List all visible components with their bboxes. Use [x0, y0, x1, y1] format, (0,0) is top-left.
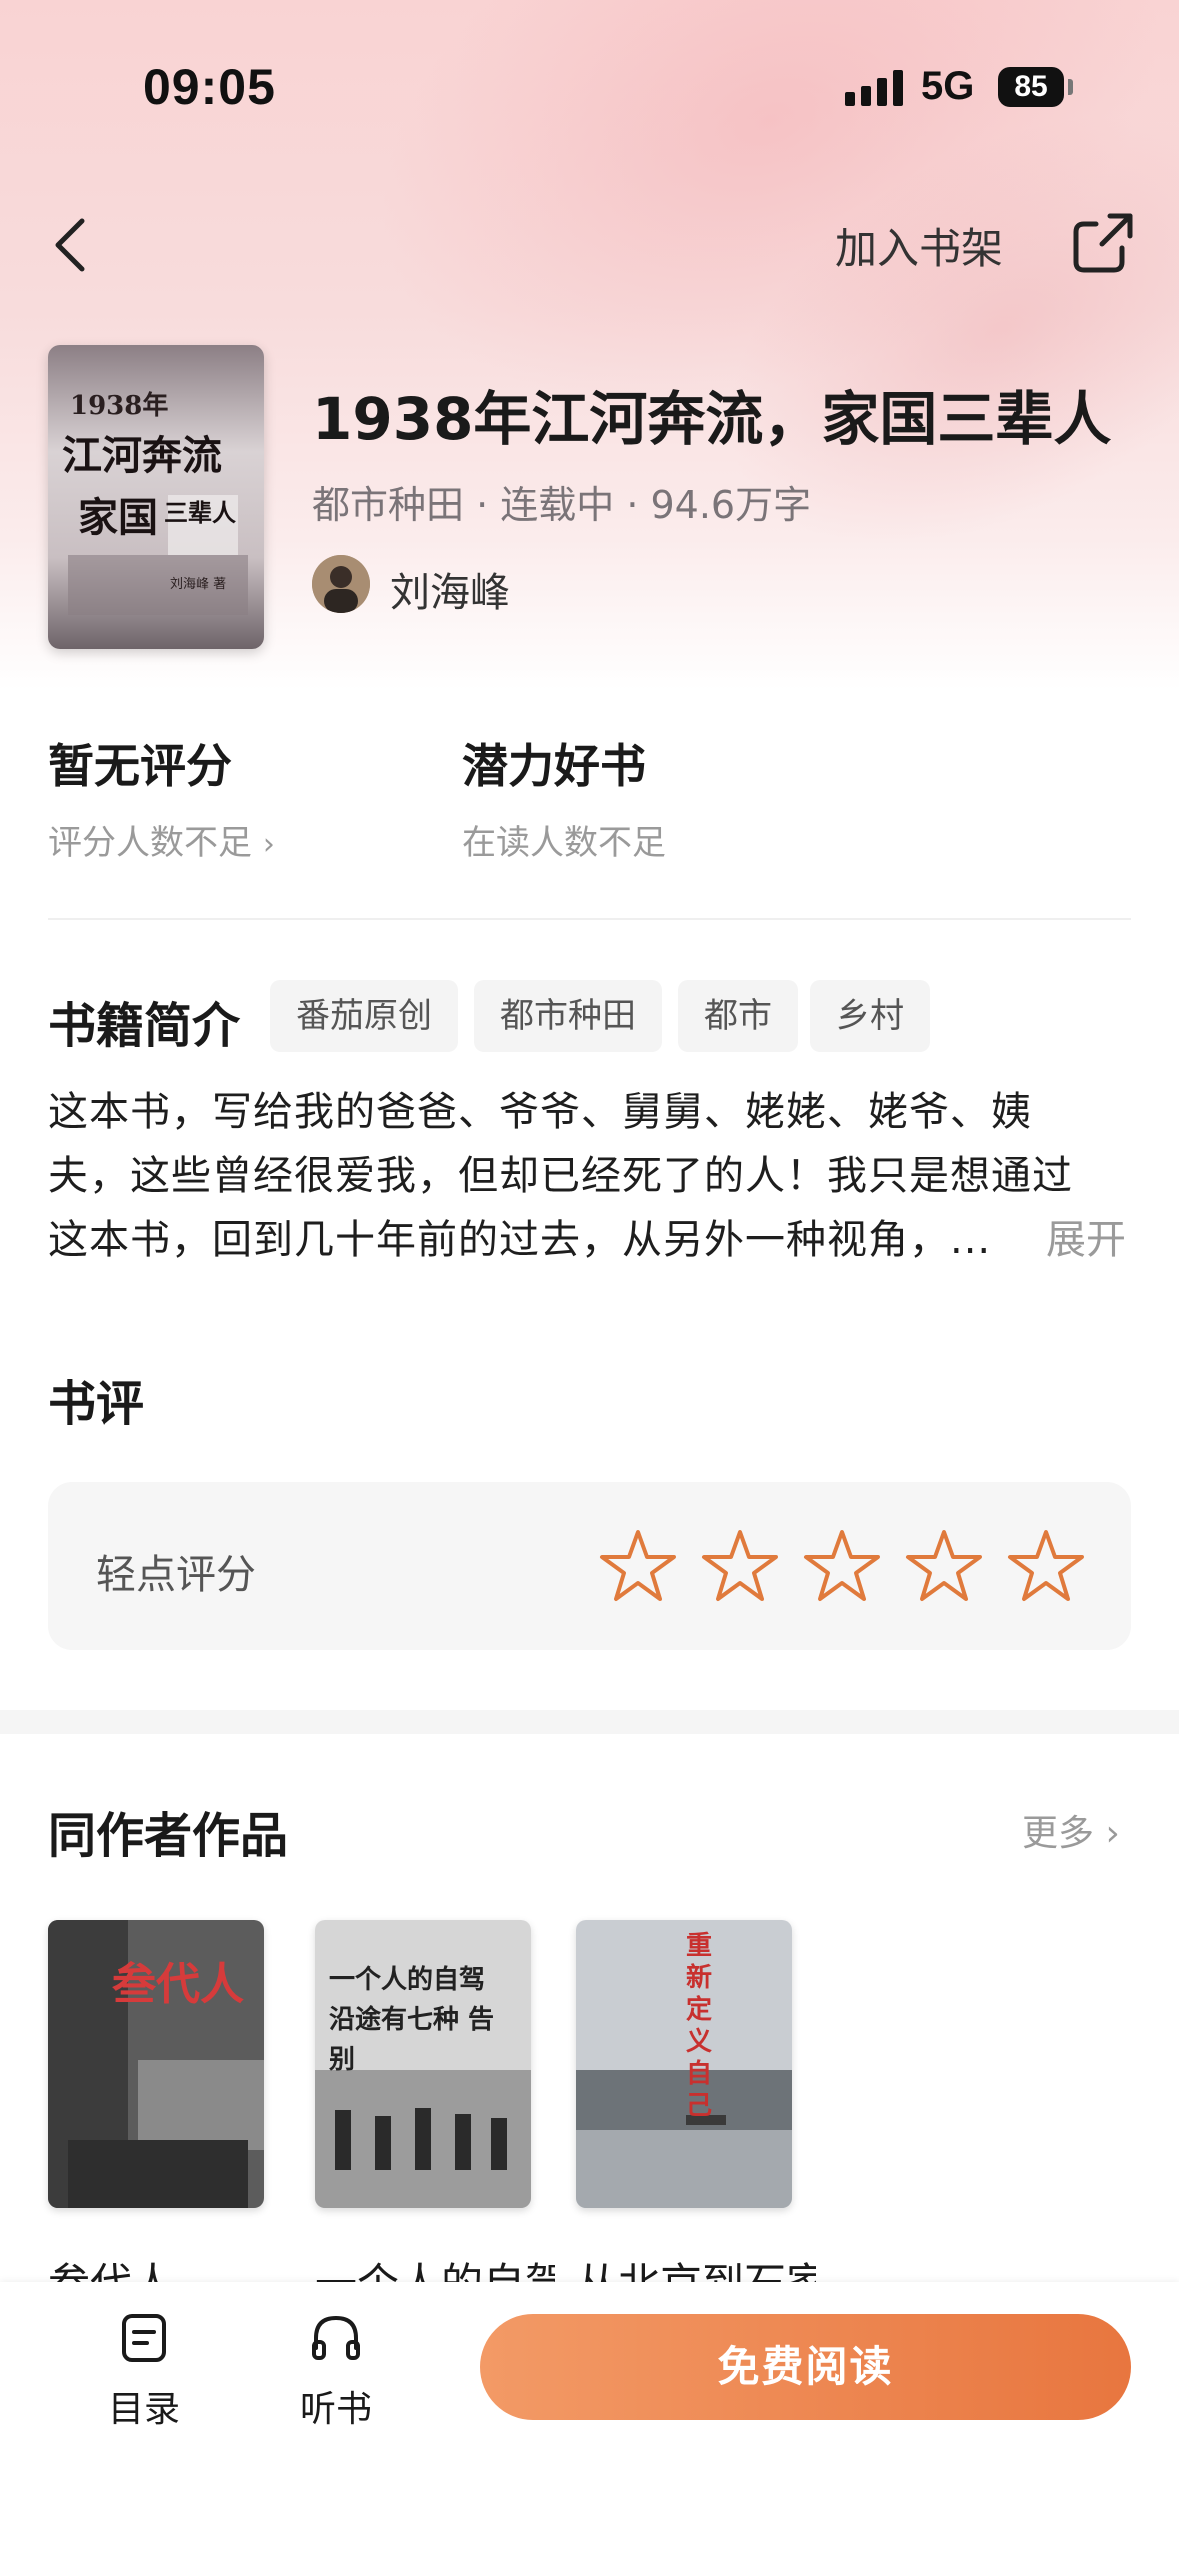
share-icon [1073, 213, 1133, 273]
battery-tip [1068, 79, 1073, 95]
review-box: 轻点评分 [48, 1482, 1131, 1650]
chevron-left-icon [55, 218, 85, 272]
more-link[interactable]: 更多 › [1022, 1804, 1120, 1856]
book-title: 1938年江河奔流，家国三辈人 [312, 385, 1112, 453]
work-cover: 一个人的自驾 沿途有七种 告别 [315, 1920, 531, 2208]
battery-icon: 85 [998, 67, 1064, 107]
status-time: 09:05 [143, 59, 276, 115]
work-cover: 重新定义自己 [576, 1920, 792, 2208]
rating-sub[interactable]: 评分人数不足 › [48, 815, 275, 864]
tag[interactable]: 都市 [678, 980, 798, 1052]
author-name[interactable]: 刘海峰 [390, 560, 510, 618]
badge-title: 潜力好书 [462, 739, 646, 793]
work-cover-text: 叁代人 [112, 1959, 244, 2010]
intro-text[interactable]: 这本书，写给我的爸爸、爷爷、舅舅、姥姥、姥爷、姨 夫，这些曾经很爱我，但却已经死… [48, 1080, 1131, 1272]
intro-title: 书籍简介 [48, 998, 241, 1054]
star-icon[interactable] [802, 1526, 882, 1606]
chevron-right-icon: › [262, 827, 275, 862]
intro-line: 这本书，回到几十年前的过去，从另外一种视角，... [48, 1217, 992, 1263]
book-cover[interactable]: 1938年 江河奔流 家国 三辈人 刘海峰 著 [48, 345, 264, 649]
divider [48, 918, 1131, 920]
section-separator [0, 1710, 1179, 1734]
same-author-title: 同作者作品 [48, 1808, 289, 1864]
cover-line1: 江河奔流 [62, 432, 222, 479]
cover-line2-small: 三辈人 [164, 498, 236, 527]
work-item[interactable]: 一个人的自驾 沿途有七种 告别 一个人的自驾 [315, 1920, 555, 2308]
listen-button[interactable]: 听书 [276, 2310, 396, 2432]
tag[interactable]: 乡村 [810, 980, 930, 1052]
work-cover-text: 重新定义自己 [686, 1931, 713, 2121]
headphones-icon [312, 2315, 360, 2360]
review-label: 轻点评分 [96, 1552, 256, 1598]
tag[interactable]: 都市种田 [474, 980, 662, 1052]
badge-sub: 在读人数不足 [462, 823, 666, 863]
free-read-button[interactable]: 免费阅读 [480, 2314, 1131, 2420]
intro-line: 夫，这些曾经很爱我，但却已经死了的人！我只是想通过 [48, 1153, 1073, 1199]
toc-label: 目录 [107, 2389, 180, 2430]
star-icon[interactable] [1006, 1526, 1086, 1606]
cover-author: 刘海峰 著 [170, 577, 227, 592]
cover-year: 1938年 [70, 391, 169, 421]
work-cover-text: 一个人的自驾 沿途有七种 告别 [329, 1965, 495, 2075]
rating-title: 暂无评分 [48, 739, 232, 793]
toc-button[interactable]: 目录 [84, 2310, 204, 2432]
work-cover: 叁代人 [48, 1920, 264, 2208]
work-item[interactable]: 重新定义自己 从北京到石家庄 [576, 1920, 816, 2308]
signal-icon [845, 70, 905, 106]
bottom-action-bar: 目录 听书 免费阅读 [0, 2282, 1179, 2556]
star-icon[interactable] [598, 1526, 678, 1606]
star-icon[interactable] [904, 1526, 984, 1606]
intro-line: 这本书，写给我的爸爸、爷爷、舅舅、姥姥、姥爷、姨 [48, 1089, 1032, 1135]
work-item[interactable]: 叁代人 叁代人 [48, 1920, 264, 2308]
author-avatar[interactable] [312, 555, 370, 613]
tag[interactable]: 番茄原创 [270, 980, 458, 1052]
more-label: 更多 [1022, 1813, 1095, 1854]
book-meta: 都市种田 · 连载中 · 94.6万字 [312, 483, 812, 527]
rating-sub-label: 评分人数不足 [48, 823, 252, 863]
review-title: 书评 [48, 1376, 145, 1432]
add-to-shelf-button[interactable]: 加入书架 [835, 215, 1003, 276]
cover-line2: 家国 [78, 494, 158, 541]
chevron-right-icon: › [1105, 1813, 1120, 1854]
network-label: 5G [921, 64, 975, 108]
toc-icon [122, 2314, 166, 2362]
expand-button[interactable]: 展开 [1046, 1208, 1126, 1272]
listen-label: 听书 [299, 2389, 372, 2430]
back-button[interactable] [40, 200, 100, 290]
share-button[interactable] [1068, 208, 1138, 278]
star-icon[interactable] [700, 1526, 780, 1606]
